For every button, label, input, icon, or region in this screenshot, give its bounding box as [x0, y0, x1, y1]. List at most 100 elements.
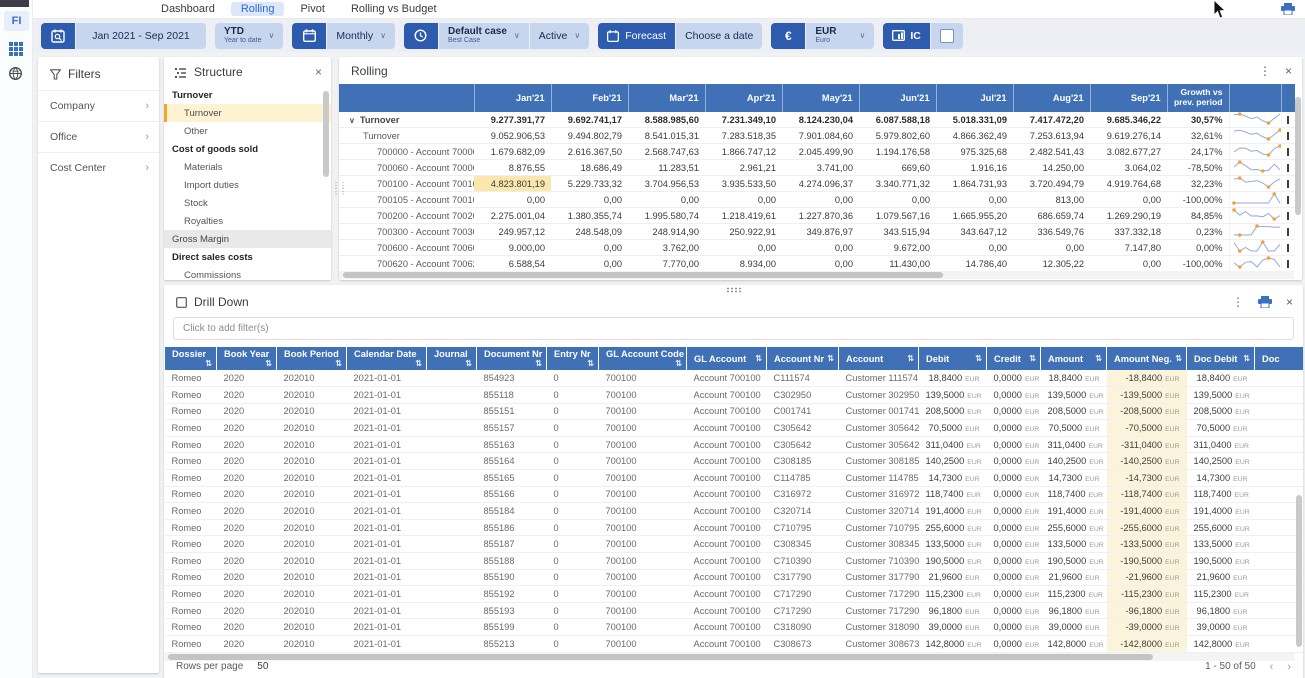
rolling-value-cell[interactable]: 686.659,74	[1013, 208, 1090, 224]
drill-cell-amount-neg[interactable]: -133,5000EUR	[1107, 536, 1187, 553]
drill-cell-debit[interactable]: 21,9600EUR	[919, 569, 987, 586]
drill-cell-debit[interactable]: 18,8400EUR	[919, 370, 987, 387]
drill-cell-account[interactable]: Customer 710795	[839, 519, 919, 536]
drill-cell-book-year[interactable]: 2020	[217, 586, 277, 603]
rolling-value-cell[interactable]: 7.147,80	[1090, 240, 1167, 256]
drill-cell-account[interactable]: Customer 717290	[839, 586, 919, 603]
drill-cell-account[interactable]: Customer 318090	[839, 619, 919, 636]
drill-table-row[interactable]: Romeo20202020102021-01-018551650700100Ac…	[165, 470, 1304, 487]
drill-cell-gl-account[interactable]: Account 700100	[687, 387, 767, 404]
globe-icon[interactable]	[8, 66, 23, 81]
rolling-value-cell[interactable]: 337.332,18	[1090, 224, 1167, 240]
rolling-value-cell[interactable]: 1.227.870,36	[782, 208, 859, 224]
drill-cell-entry-nr[interactable]: 0	[547, 403, 599, 420]
rolling-value-cell[interactable]: 0,00	[1090, 192, 1167, 208]
rolling-value-cell[interactable]: 7.231.349,10	[705, 112, 782, 128]
rolling-value-cell[interactable]: 4.919.764,68	[1090, 176, 1167, 192]
drill-cell-book-period[interactable]: 202010	[277, 536, 347, 553]
drill-cell-gl-account-code[interactable]: 700100	[599, 636, 687, 653]
drill-cell-account[interactable]: Customer 308673	[839, 636, 919, 653]
rolling-value-cell[interactable]: 0,00	[782, 192, 859, 208]
drill-cell-account[interactable]: Customer 320714	[839, 503, 919, 520]
rolling-value-cell[interactable]: 1.864.731,93	[936, 176, 1013, 192]
drill-cell-gl-account-code[interactable]: 700100	[599, 403, 687, 420]
choose-date-button[interactable]: Choose a date	[676, 23, 762, 49]
drill-table-row[interactable]: Romeo20202020102021-01-018551930700100Ac…	[165, 602, 1304, 619]
drill-table-row[interactable]: Romeo20202020102021-01-018551900700100Ac…	[165, 569, 1304, 586]
ic-button[interactable]: IC	[883, 23, 930, 49]
drill-cell-entry-nr[interactable]: 0	[547, 536, 599, 553]
drill-cell-doc-debit[interactable]: 96,1800EUR	[1187, 602, 1255, 619]
drill-cell-amount-neg[interactable]: -191,4000EUR	[1107, 503, 1187, 520]
drill-cell-credit[interactable]: 0,0000EUR	[987, 387, 1041, 404]
rolling-sparkline-cell[interactable]	[1229, 112, 1281, 128]
drill-cell-doc-debit[interactable]: 18,8400EUR	[1187, 370, 1255, 387]
drill-cell-journal[interactable]	[427, 519, 477, 536]
drill-cell-account-nr[interactable]: C717290	[767, 602, 839, 619]
drill-cell-document-nr[interactable]: 855151	[477, 403, 547, 420]
rolling-value-cell[interactable]: 3.340.771,32	[859, 176, 936, 192]
rolling-growth-cell[interactable]: 24,17%	[1167, 144, 1229, 160]
drill-cell-journal[interactable]	[427, 553, 477, 570]
drill-cell-calendar-date[interactable]: 2021-01-01	[347, 503, 427, 520]
drill-cell-doc-debit[interactable]: 140,2500EUR	[1187, 453, 1255, 470]
drill-cell-amount-neg[interactable]: -96,1800EUR	[1107, 602, 1187, 619]
drill-cell-book-year[interactable]: 2020	[217, 387, 277, 404]
rolling-row-label[interactable]: 700300 - Account 700300	[339, 224, 474, 240]
drill-cell-amount[interactable]: 142,8000EUR	[1041, 636, 1107, 653]
drill-cell-amount-neg[interactable]: -140,2500EUR	[1107, 453, 1187, 470]
drill-column-header-gl-account-code[interactable]: GL Account Code⇅	[599, 347, 687, 370]
drill-cell-gl-account[interactable]: Account 700100	[687, 420, 767, 437]
drill-cell-account-nr[interactable]: C316972	[767, 486, 839, 503]
rolling-value-cell[interactable]: 7.253.613,94	[1013, 128, 1090, 144]
drill-cell-debit[interactable]: 255,6000EUR	[919, 519, 987, 536]
drill-table-row[interactable]: Romeo20202020102021-01-018551640700100Ac…	[165, 453, 1304, 470]
drill-cell-account-nr[interactable]: C320714	[767, 503, 839, 520]
rolling-value-cell[interactable]: 1.995.580,74	[628, 208, 705, 224]
drill-cell-calendar-date[interactable]: 2021-01-01	[347, 636, 427, 653]
history-button[interactable]	[404, 23, 438, 49]
drill-cell-doc-debit[interactable]: 139,5000EUR	[1187, 387, 1255, 404]
rolling-value-cell[interactable]: 0,00	[859, 192, 936, 208]
drill-cell-account-nr[interactable]: C302950	[767, 387, 839, 404]
rolling-row-label[interactable]: ∨Turnover	[339, 112, 474, 128]
drill-cell-dossier[interactable]: Romeo	[165, 536, 217, 553]
drill-cell-book-year[interactable]: 2020	[217, 536, 277, 553]
drill-cell-gl-account-code[interactable]: 700100	[599, 470, 687, 487]
ic-checkbox[interactable]	[940, 29, 954, 43]
rolling-value-cell[interactable]: 0,00	[628, 192, 705, 208]
drill-cell-account-nr[interactable]: C710390	[767, 553, 839, 570]
drill-cell-gl-account[interactable]: Account 700100	[687, 602, 767, 619]
drill-cell-account-nr[interactable]: C305642	[767, 436, 839, 453]
drill-cell-doc-debit[interactable]: 255,6000EUR	[1187, 519, 1255, 536]
rolling-value-cell[interactable]: 1.269.290,19	[1090, 208, 1167, 224]
drill-cell-gl-account-code[interactable]: 700100	[599, 519, 687, 536]
drill-cell-amount[interactable]: 311,0400EUR	[1041, 436, 1107, 453]
drill-cell-entry-nr[interactable]: 0	[547, 470, 599, 487]
drill-table-row[interactable]: Romeo20202020102021-01-018551570700100Ac…	[165, 420, 1304, 437]
rolling-value-cell[interactable]: 1.916,16	[936, 160, 1013, 176]
drill-cell-amount-neg[interactable]: -18,8400EUR	[1107, 370, 1187, 387]
drill-cell-gl-account-code[interactable]: 700100	[599, 569, 687, 586]
rows-per-page-select[interactable]: 50	[257, 661, 268, 672]
panel-drag-handle[interactable]	[726, 287, 742, 293]
rolling-month-header-aug-21[interactable]: Aug'21	[1013, 84, 1090, 112]
rolling-sparkline-cell[interactable]	[1229, 224, 1281, 240]
next-page-icon[interactable]: ›	[1287, 661, 1291, 673]
drill-cell-journal[interactable]	[427, 569, 477, 586]
rolling-value-cell[interactable]: 5.018.331,09	[936, 112, 1013, 128]
drill-cell-gl-account-code[interactable]: 700100	[599, 602, 687, 619]
drill-cell-entry-nr[interactable]: 0	[547, 420, 599, 437]
drill-cell-debit[interactable]: 96,1800EUR	[919, 602, 987, 619]
drill-cell-journal[interactable]	[427, 387, 477, 404]
sort-icon[interactable]: ⇅	[265, 359, 272, 368]
structure-item-direct-sales-costs[interactable]: Direct sales costs	[164, 248, 331, 266]
drill-cell-calendar-date[interactable]: 2021-01-01	[347, 602, 427, 619]
drill-cell-account-nr[interactable]: C111574	[767, 370, 839, 387]
structure-item-other[interactable]: Other	[164, 122, 331, 140]
rolling-value-cell[interactable]: 343.647,12	[936, 224, 1013, 240]
drill-cell-book-year[interactable]: 2020	[217, 403, 277, 420]
drill-cell-calendar-date[interactable]: 2021-01-01	[347, 619, 427, 636]
drill-cell-book-period[interactable]: 202010	[277, 453, 347, 470]
rolling-value-cell[interactable]: 813,00	[1013, 192, 1090, 208]
